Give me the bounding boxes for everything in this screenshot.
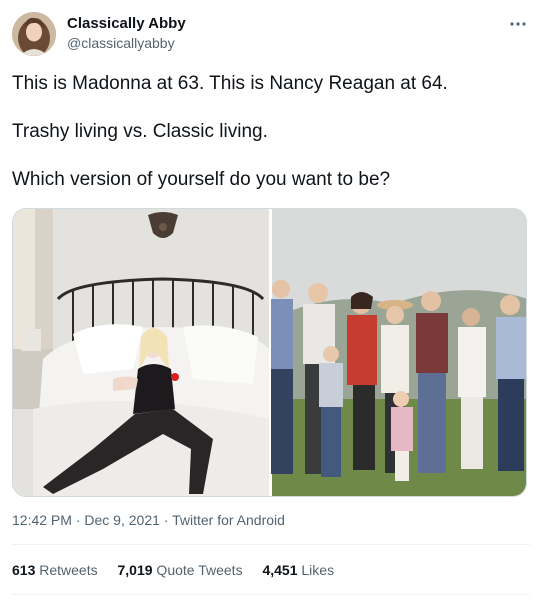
tweet-media[interactable] bbox=[12, 208, 527, 497]
tweet-time[interactable]: 12:42 PM bbox=[12, 512, 72, 528]
quote-tweets-count: 7,019 bbox=[117, 562, 153, 578]
tweet-text: This is Madonna at 63. This is Nancy Rea… bbox=[12, 72, 527, 216]
tweet-text-line-2: Trashy living vs. Classic living. bbox=[12, 121, 268, 142]
quote-tweets-stat[interactable]: 7,019 Quote Tweets bbox=[118, 562, 243, 578]
tweet: Classically Abby @classicallyabby This i… bbox=[0, 0, 542, 600]
divider bbox=[12, 594, 530, 595]
likes-count: 4,451 bbox=[262, 562, 298, 578]
retweets-stat[interactable]: 613 Retweets bbox=[12, 562, 98, 578]
retweets-label: Retweets bbox=[35, 562, 98, 578]
meta-separator: · bbox=[71, 512, 85, 528]
meta-separator: · bbox=[159, 512, 173, 528]
retweets-count: 613 bbox=[12, 562, 36, 578]
avatar[interactable] bbox=[12, 12, 56, 56]
tweet-text-line-3: Which version of yourself do you want to… bbox=[12, 169, 391, 190]
tweet-text-line-1: This is Madonna at 63. This is Nancy Rea… bbox=[12, 73, 448, 94]
quote-tweets-label: Quote Tweets bbox=[152, 562, 243, 578]
avatar-image bbox=[12, 12, 56, 56]
divider bbox=[12, 544, 530, 545]
likes-label: Likes bbox=[297, 562, 335, 578]
tweet-metadata: 12:42 PM · Dec 9, 2021 · Twitter for And… bbox=[12, 512, 285, 528]
more-icon[interactable] bbox=[506, 14, 530, 32]
photo-left[interactable] bbox=[13, 209, 269, 497]
media-photos bbox=[13, 209, 527, 497]
tweet-date[interactable]: Dec 9, 2021 bbox=[84, 512, 160, 528]
author-handle[interactable]: @classicallyabby bbox=[67, 35, 175, 51]
author-name[interactable]: Classically Abby bbox=[67, 15, 186, 32]
likes-stat[interactable]: 4,451 Likes bbox=[262, 562, 334, 578]
tweet-source[interactable]: Twitter for Android bbox=[172, 512, 285, 528]
tweet-stats: 613 Retweets 7,019 Quote Tweets 4,451 Li… bbox=[12, 562, 350, 578]
more-horizontal-icon bbox=[510, 22, 526, 26]
photo-right[interactable] bbox=[271, 209, 527, 497]
